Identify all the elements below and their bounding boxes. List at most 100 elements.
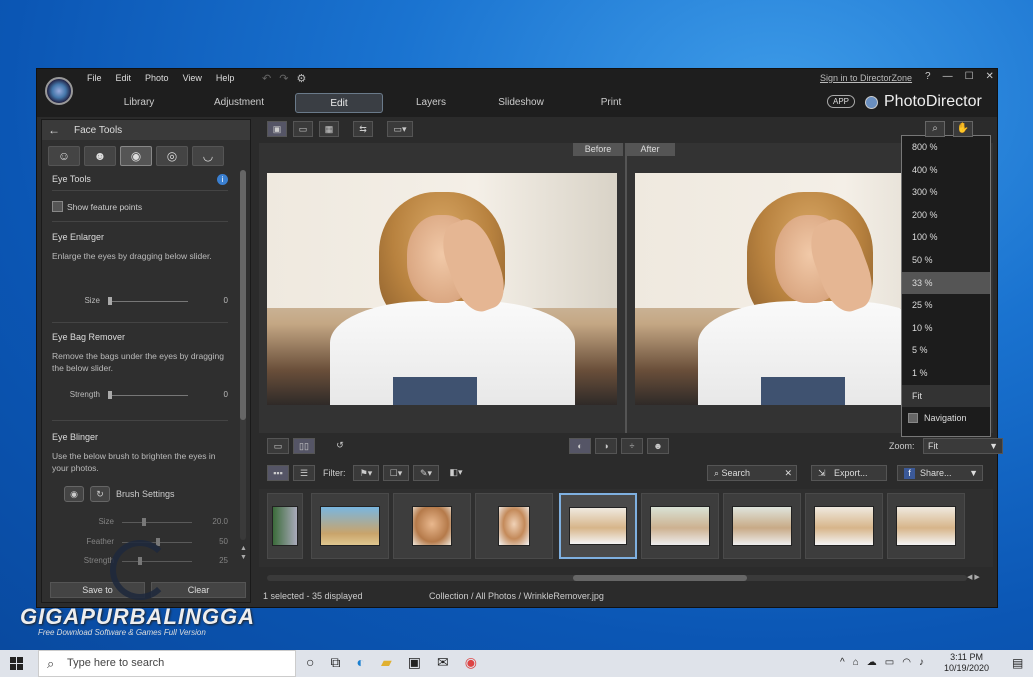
zoom-option-100[interactable]: 100 %	[902, 226, 990, 249]
notification-icon[interactable]: ▤	[1012, 656, 1023, 670]
undo-icon[interactable]: ↶	[262, 72, 271, 85]
filmstrip-scrollbar[interactable]	[267, 575, 967, 581]
zoom-option-800[interactable]: 800 %	[902, 136, 990, 159]
photo-thumbnail[interactable]	[393, 493, 471, 559]
single-view-icon[interactable]: ▭	[293, 121, 313, 137]
scroll-thumb[interactable]	[240, 170, 246, 420]
menu-help[interactable]: Help	[216, 73, 235, 83]
brush-icon[interactable]: ◉	[64, 486, 84, 502]
volume-icon[interactable]: ♪	[919, 657, 924, 668]
help-button[interactable]: ?	[925, 71, 931, 82]
thumbnail-view-icon[interactable]: ▪▪▪	[267, 465, 289, 481]
split-divider[interactable]	[625, 143, 627, 433]
clear-search-icon[interactable]: ✕	[784, 466, 792, 480]
tab-print[interactable]: Print	[569, 93, 653, 113]
zoom-option-33[interactable]: 33 %	[902, 271, 990, 295]
menu-photo[interactable]: Photo	[145, 73, 169, 83]
split-horizontal-icon[interactable]: ÷	[621, 438, 643, 454]
battery-icon[interactable]: ▭	[885, 657, 894, 668]
compare-view-icon[interactable]: ▣	[267, 121, 287, 137]
close-button[interactable]: ✕	[986, 71, 994, 82]
swap-view-icon[interactable]: ⇆	[353, 121, 373, 137]
zoom-search-icon[interactable]: ⌕	[925, 121, 945, 137]
dual-frame-icon[interactable]: ▯▯	[293, 438, 315, 454]
zoom-option-200[interactable]: 200 %	[902, 204, 990, 227]
lips-icon[interactable]: ◡	[192, 146, 224, 166]
reset-icon[interactable]: ↺	[329, 438, 351, 454]
edge-icon[interactable]: ◐	[356, 654, 364, 671]
maximize-button[interactable]: ☐	[965, 71, 974, 82]
info-icon[interactable]: i	[217, 174, 228, 185]
cortana-icon[interactable]: ○	[306, 654, 314, 671]
contrast-icon[interactable]: ◑	[595, 438, 617, 454]
scroll-arrows[interactable]: ▲ ▼	[240, 544, 247, 562]
cloud-icon[interactable]: ☁	[867, 657, 877, 668]
menu-edit[interactable]: Edit	[116, 73, 132, 83]
grid-view-icon[interactable]: ▦	[319, 121, 339, 137]
zoom-option-1[interactable]: 1 %	[902, 362, 990, 385]
eye-enlarger-size-slider[interactable]: Size 0	[52, 296, 228, 306]
task-view-icon[interactable]: ⧉	[330, 654, 340, 671]
single-frame-icon[interactable]: ▭	[267, 438, 289, 454]
menu-view[interactable]: View	[183, 73, 202, 83]
navigation-checkbox[interactable]	[908, 413, 918, 424]
panel-scrollbar[interactable]	[240, 170, 246, 540]
face-skin-icon[interactable]: ☻	[84, 146, 116, 166]
file-explorer-icon[interactable]: ▰	[381, 654, 392, 671]
menu-file[interactable]: File	[87, 73, 102, 83]
photo-thumbnail[interactable]	[267, 493, 303, 559]
back-arrow-icon[interactable]: ←	[48, 123, 60, 137]
rating-filter-icon[interactable]: ☐▾	[383, 465, 409, 481]
network-icon[interactable]: ⌂	[853, 657, 859, 668]
compare-split-icon[interactable]: ◐	[569, 438, 591, 454]
brush-size-slider[interactable]: Size 20.0	[52, 517, 228, 527]
slider-knob[interactable]	[142, 518, 146, 526]
wifi-icon[interactable]: ◠	[902, 657, 911, 668]
eye-bag-strength-slider[interactable]: Strength 0	[52, 390, 228, 400]
app-badge[interactable]: APP	[827, 95, 856, 108]
zoom-select[interactable]: Fit ▼	[923, 438, 1003, 454]
before-photo[interactable]	[267, 173, 617, 405]
search-field[interactable]: ⌕ Search ✕	[707, 465, 797, 481]
zoom-option-10[interactable]: 10 %	[902, 317, 990, 340]
redo-icon[interactable]: ↷	[279, 72, 288, 85]
eye-tools-icon[interactable]: ◉	[120, 146, 152, 166]
tab-layers[interactable]: Layers	[389, 93, 473, 113]
zoom-option-25[interactable]: 25 %	[902, 294, 990, 317]
minimize-button[interactable]: —	[943, 71, 953, 82]
eye-alt-icon[interactable]: ◎	[156, 146, 188, 166]
tab-edit[interactable]: Edit	[295, 93, 383, 113]
zoom-option-50[interactable]: 50 %	[902, 249, 990, 272]
tray-expand-icon[interactable]: ^	[840, 657, 845, 668]
store-icon[interactable]: ▣	[408, 654, 421, 671]
filmstrip-scroll-arrows[interactable]: ◀ ▶	[967, 573, 980, 581]
chevron-down-icon[interactable]: ▼	[969, 466, 978, 480]
navigation-toggle[interactable]: Navigation	[902, 407, 990, 429]
mail-icon[interactable]: ✉	[437, 654, 449, 671]
show-feature-points-checkbox[interactable]	[52, 201, 63, 212]
photo-thumbnail[interactable]	[887, 493, 965, 559]
face-shape-icon[interactable]: ☺	[48, 146, 80, 166]
photo-thumbnail[interactable]	[641, 493, 719, 559]
settings-gear-icon[interactable]: ⚙	[296, 72, 306, 85]
flag-filter-icon[interactable]: ⚑▾	[353, 465, 379, 481]
photo-thumbnail[interactable]	[805, 493, 883, 559]
select-filter-icon[interactable]: ◧▾	[443, 465, 469, 481]
taskbar-search-box[interactable]: ⌕ Type here to search	[38, 650, 296, 677]
face-mask-icon[interactable]: ☻	[647, 438, 669, 454]
sign-in-link[interactable]: Sign in to DirectorZone	[820, 73, 912, 83]
monitor-icon[interactable]: ▭▾	[387, 121, 413, 137]
zoom-option-5[interactable]: 5 %	[902, 339, 990, 362]
zoom-option-300[interactable]: 300 %	[902, 181, 990, 204]
photo-thumbnail[interactable]	[723, 493, 801, 559]
color-label-filter-icon[interactable]: ✎▾	[413, 465, 439, 481]
scroll-thumb[interactable]	[573, 575, 747, 581]
share-button[interactable]: f Share... ▼	[897, 465, 983, 481]
list-view-icon[interactable]: ☰	[293, 465, 315, 481]
tab-slideshow[interactable]: Slideshow	[479, 93, 563, 113]
tab-library[interactable]: Library	[97, 93, 181, 113]
photo-thumbnail[interactable]	[475, 493, 553, 559]
taskbar-clock[interactable]: 3:11 PM 10/19/2020	[944, 652, 989, 674]
photo-thumbnail[interactable]	[311, 493, 389, 559]
zoom-option-400[interactable]: 400 %	[902, 159, 990, 182]
